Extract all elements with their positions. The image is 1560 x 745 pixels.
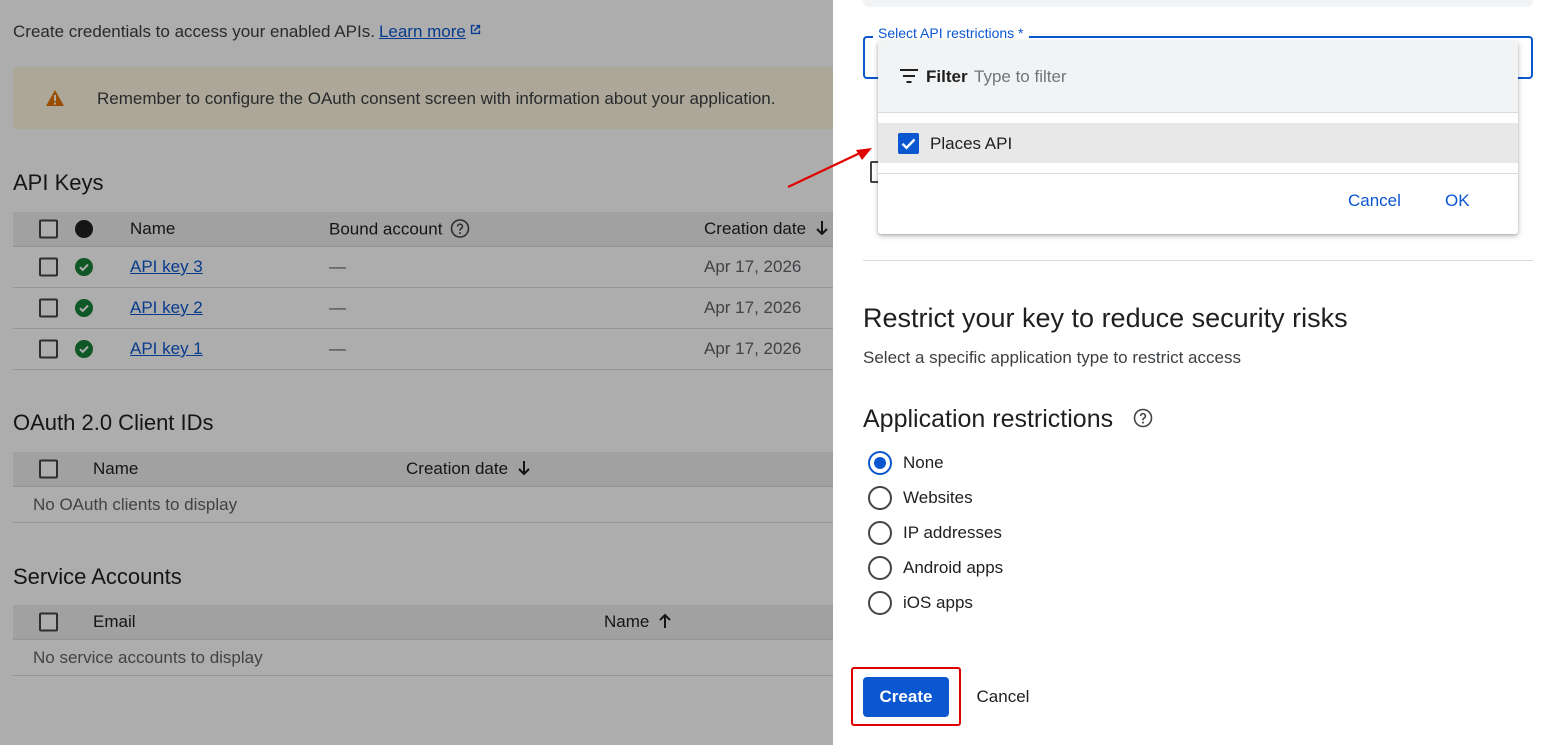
api-key-link[interactable]: API key 1 — [130, 339, 203, 359]
radio-label: iOS apps — [903, 593, 973, 612]
dropdown-cancel-button[interactable]: Cancel — [1348, 191, 1401, 211]
panel-top-field — [863, 0, 1533, 7]
radio-ip-addresses[interactable]: IP addresses — [868, 520, 1002, 546]
creation-date-value: Apr 17, 2026 — [704, 298, 802, 317]
select-all-checkbox[interactable] — [39, 219, 58, 239]
check-circle-icon — [75, 258, 93, 276]
bound-account-value: — — [329, 257, 346, 276]
select-all-checkbox[interactable] — [39, 612, 58, 632]
header-creation-date-label: Creation date — [704, 219, 807, 238]
table-row: API key 1 — Apr 17, 2026 — [13, 329, 833, 370]
api-key-link[interactable]: API key 2 — [130, 298, 203, 318]
header-name[interactable]: Name — [93, 459, 138, 479]
sort-up-icon — [659, 613, 672, 628]
radio-label: None — [903, 453, 944, 472]
service-accounts-title: Service Accounts — [13, 564, 182, 589]
table-header: Name Bound account Creation date — [13, 212, 833, 247]
row-checkbox[interactable] — [39, 339, 58, 359]
header-creation-date[interactable]: Creation date — [406, 459, 532, 479]
row-checkbox[interactable] — [39, 257, 58, 277]
creation-date-value: Apr 17, 2026 — [704, 339, 802, 358]
restrict-heading: Restrict your key to reduce security ris… — [863, 303, 1348, 333]
oauth-warning-banner: Remember to configure the OAuth consent … — [13, 67, 833, 129]
learn-more-link[interactable]: Learn more — [379, 22, 466, 41]
radio-websites[interactable]: Websites — [868, 485, 973, 511]
filter-input[interactable] — [974, 63, 1474, 91]
service-accounts-table: Email Name No service accounts to displa… — [13, 605, 833, 676]
radio-ios-apps[interactable]: iOS apps — [868, 590, 973, 616]
help-icon[interactable] — [450, 219, 470, 239]
intro-label: Create credentials to access your enable… — [13, 22, 375, 41]
table-header: Name Creation date — [13, 452, 833, 487]
table-row: API key 3 — Apr 17, 2026 — [13, 247, 833, 288]
filter-label: Filter — [926, 67, 968, 86]
sort-down-icon — [518, 461, 530, 476]
filter-icon — [900, 69, 918, 83]
header-name[interactable]: Name — [604, 612, 673, 632]
radio-button[interactable] — [868, 556, 892, 580]
api-restrictions-dropdown: Filter Places API Cancel OK — [878, 41, 1518, 234]
application-restrictions-label: Application restrictions — [863, 405, 1114, 433]
select-all-checkbox[interactable] — [39, 459, 58, 479]
external-link-icon — [470, 24, 481, 35]
bound-account-value: — — [329, 298, 346, 317]
radio-none[interactable]: None — [868, 450, 944, 476]
header-creation-date-label: Creation date — [406, 459, 509, 478]
header-bound-account: Bound account — [329, 219, 470, 240]
bound-account-value: — — [329, 339, 346, 358]
oauth-table: Name Creation date No OAuth clients to d… — [13, 452, 833, 523]
checkbox-checked-icon[interactable] — [898, 133, 919, 154]
option-label: Places API — [930, 134, 1013, 153]
option-places-api[interactable]: Places API — [878, 123, 1518, 163]
credentials-page: Create credentials to access your enable… — [0, 0, 833, 745]
application-restrictions-heading: Application restrictions — [863, 405, 1153, 434]
radio-button-selected[interactable] — [868, 451, 892, 475]
api-restrictions-label: Select API restrictions * — [873, 25, 1029, 41]
help-icon[interactable] — [1133, 408, 1153, 428]
filter-bar: Filter — [878, 41, 1518, 113]
status-header-icon — [75, 220, 93, 238]
api-key-link[interactable]: API key 3 — [130, 257, 203, 277]
header-email[interactable]: Email — [93, 612, 136, 632]
oauth-title: OAuth 2.0 Client IDs — [13, 410, 214, 435]
create-button[interactable]: Create — [863, 677, 949, 717]
restrict-subtext: Select a specific application type to re… — [863, 348, 1241, 367]
radio-label: Websites — [903, 488, 973, 507]
banner-text: Remember to configure the OAuth consent … — [97, 89, 776, 108]
radio-label: Android apps — [903, 558, 1004, 577]
warning-icon — [46, 90, 64, 106]
empty-message: No service accounts to display — [33, 647, 263, 667]
empty-row: No OAuth clients to display — [13, 487, 833, 523]
row-checkbox[interactable] — [39, 298, 58, 318]
table-row: API key 2 — Apr 17, 2026 — [13, 288, 833, 329]
creation-date-value: Apr 17, 2026 — [704, 257, 802, 276]
radio-android-apps[interactable]: Android apps — [868, 555, 1003, 581]
table-header: Email Name — [13, 605, 833, 640]
empty-row: No service accounts to display — [13, 640, 833, 676]
radio-button[interactable] — [868, 521, 892, 545]
header-creation-date[interactable]: Creation date — [704, 219, 830, 239]
divider — [878, 173, 1518, 174]
divider — [863, 260, 1533, 261]
radio-button[interactable] — [868, 591, 892, 615]
api-keys-title: API Keys — [13, 170, 104, 195]
header-bound-account-label[interactable]: Bound account — [329, 220, 442, 239]
sort-down-icon — [816, 221, 828, 236]
empty-message: No OAuth clients to display — [33, 494, 238, 514]
header-name[interactable]: Name — [130, 219, 175, 239]
dropdown-ok-button[interactable]: OK — [1445, 191, 1470, 211]
radio-label: IP addresses — [903, 523, 1002, 542]
cancel-button[interactable]: Cancel — [963, 677, 1043, 717]
header-name-label: Name — [604, 612, 650, 631]
check-circle-icon — [75, 340, 93, 358]
intro-text: Create credentials to access your enable… — [13, 22, 482, 42]
api-keys-table: Name Bound account Creation date API key… — [13, 212, 833, 370]
radio-button[interactable] — [868, 486, 892, 510]
check-circle-icon — [75, 299, 93, 317]
